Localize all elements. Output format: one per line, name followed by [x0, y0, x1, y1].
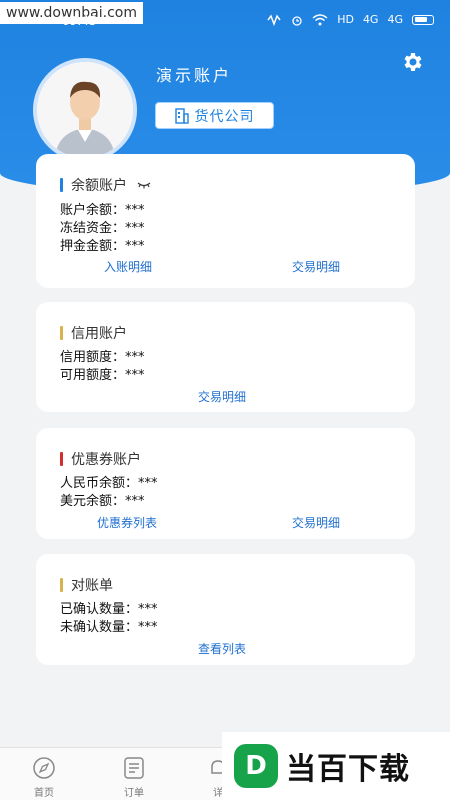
deposit-amount-row: 押金金额：***: [60, 239, 145, 254]
rmb-balance-row: 人民币余额：***: [60, 476, 158, 491]
battery-icon: [412, 14, 434, 25]
coupon-account-card: 优惠券账户 人民币余额：*** 美元余额：*** 优惠券列表 交易明细: [36, 428, 415, 539]
transaction-details-link[interactable]: 交易明细: [198, 388, 246, 405]
downbai-logo-watermark: D 当百下载: [222, 732, 450, 800]
balance-account-card: 余额账户 账户余额：*** 冻结资金：*** 押金金额：*** 入账明细 交易明…: [36, 154, 415, 288]
alarm-icon: [292, 15, 302, 26]
order-list-icon: [124, 757, 144, 779]
status-time: 09:45: [62, 14, 97, 28]
transaction-details-link[interactable]: 交易明细: [292, 514, 340, 531]
hd-label: HD: [337, 13, 354, 26]
eye-closed-icon[interactable]: [137, 181, 151, 189]
signal-1-label: 4G: [362, 13, 379, 26]
transaction-details-link[interactable]: 交易明细: [292, 258, 340, 275]
unconfirmed-count-row: 未确认数量：***: [60, 620, 158, 635]
account-balance-row: 账户余额：***: [60, 203, 145, 218]
card-title: 余额账户: [60, 175, 151, 195]
settings-gear-icon[interactable]: [400, 50, 424, 74]
credit-account-card: 信用账户 信用额度：*** 可用额度：*** 交易明细: [36, 302, 415, 412]
account-name: 演示账户: [156, 66, 233, 85]
confirmed-count-row: 已确认数量：***: [60, 602, 158, 617]
company-tag[interactable]: 货代公司: [155, 102, 274, 129]
statement-title: 对账单: [71, 578, 113, 594]
building-icon: [174, 107, 189, 124]
card-title: 信用账户: [60, 323, 127, 343]
logo-text: 当百下载: [286, 752, 410, 787]
tab-home-label: 首页: [34, 788, 54, 799]
coupon-list-link[interactable]: 优惠券列表: [97, 514, 157, 531]
credit-account-title: 信用账户: [71, 326, 127, 342]
company-label: 货代公司: [194, 108, 255, 125]
usd-balance-row: 美元余额：***: [60, 494, 145, 509]
user-portrait-icon: [37, 62, 133, 158]
wifi-icon: [312, 13, 328, 25]
avatar[interactable]: [33, 58, 137, 162]
tab-orders[interactable]: 订单: [104, 748, 164, 800]
logo-badge: D: [234, 744, 278, 788]
title-accent-bar: [60, 178, 63, 192]
card-title: 对账单: [60, 575, 113, 595]
signal-2-label: 4G: [387, 13, 403, 26]
statement-card: 对账单 已确认数量：*** 未确认数量：*** 查看列表: [36, 554, 415, 665]
coupon-account-title: 优惠券账户: [71, 452, 141, 468]
title-accent-bar: [60, 326, 63, 340]
status-bar-icons: HD 4G 4G: [266, 13, 434, 26]
available-limit-row: 可用额度：***: [60, 368, 145, 383]
tab-home[interactable]: 首页: [14, 748, 74, 800]
balance-account-title: 余额账户: [71, 178, 127, 194]
view-list-link[interactable]: 查看列表: [198, 640, 246, 657]
income-details-link[interactable]: 入账明细: [104, 258, 152, 275]
title-accent-bar: [60, 452, 63, 466]
vibrate-icon: [267, 13, 281, 26]
compass-icon: [33, 757, 55, 779]
card-title: 优惠券账户: [60, 449, 141, 469]
frozen-funds-row: 冻结资金：***: [60, 221, 145, 236]
credit-limit-row: 信用额度：***: [60, 350, 145, 365]
tab-orders-label: 订单: [124, 788, 144, 799]
title-accent-bar: [60, 578, 63, 592]
